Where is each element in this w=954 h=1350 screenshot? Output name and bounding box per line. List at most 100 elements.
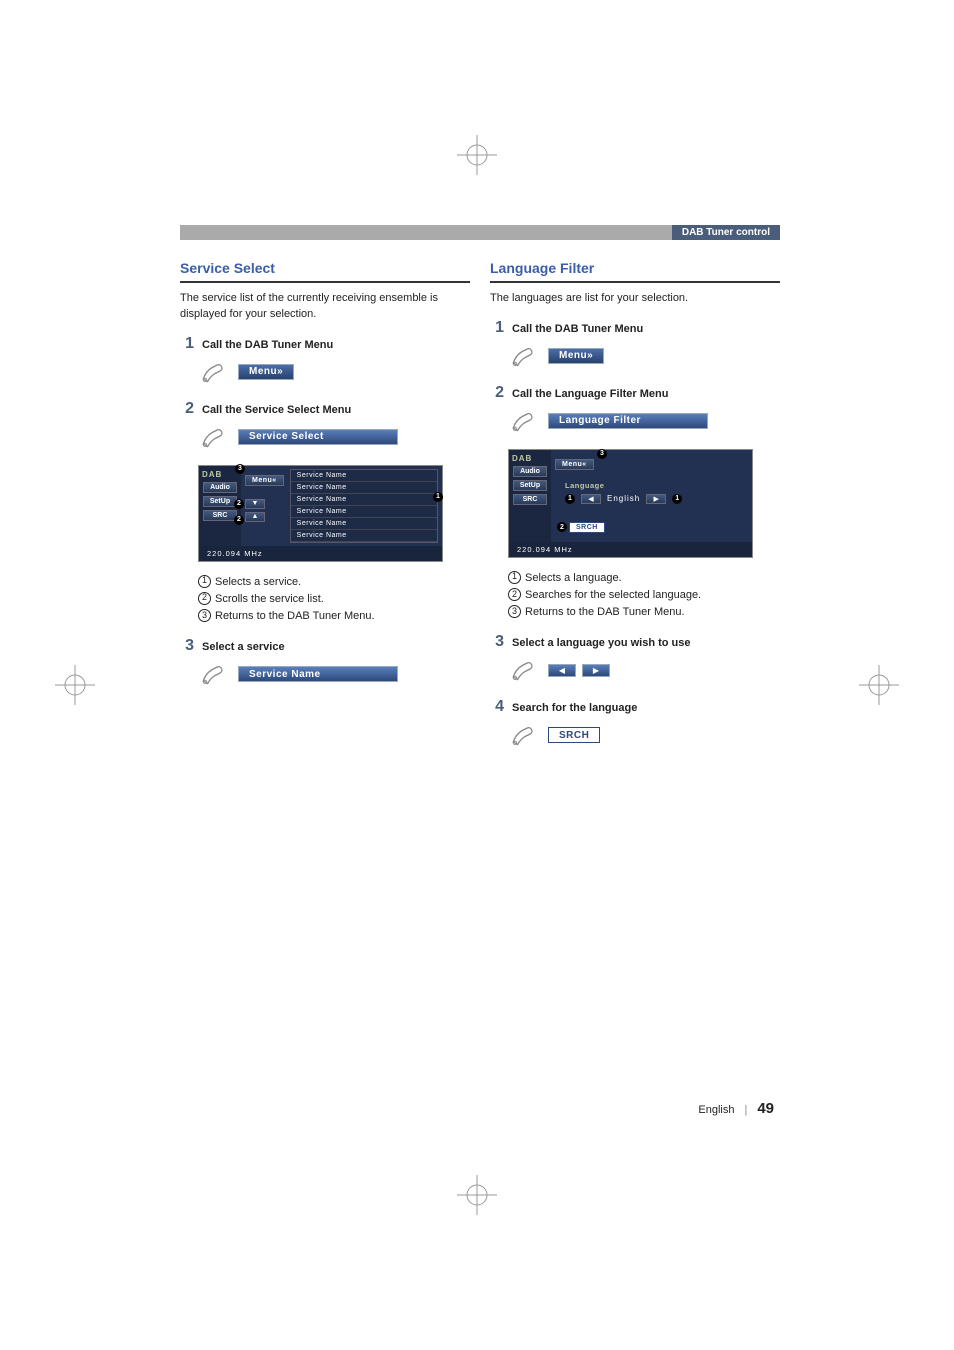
step-number: 3	[490, 633, 504, 651]
footer-divider: |	[744, 1104, 747, 1116]
touch-icon	[198, 423, 226, 451]
callout-1: 1	[433, 492, 443, 502]
step-number: 2	[490, 384, 504, 402]
legend-right: 1 Selects a language. 2 Searches for the s…	[508, 570, 780, 621]
language-filter-button[interactable]: Language Filter	[548, 413, 708, 429]
touch-block: Service Select	[198, 423, 470, 451]
header-bar: DAB Tuner control	[180, 225, 780, 240]
search-button[interactable]: SRCH	[569, 522, 605, 533]
scroll-down-button[interactable]: ▼	[245, 499, 265, 509]
page: DAB Tuner control Service Select The ser…	[0, 0, 954, 1350]
touch-icon	[198, 358, 226, 386]
content-columns: Service Select The service list of the c…	[180, 260, 780, 763]
language-prev-button[interactable]: ◀	[581, 494, 601, 504]
sidebar-item-src[interactable]: SRC	[513, 494, 547, 505]
screen-sidebar: DAB Audio SetUp SRC	[509, 450, 551, 542]
step-text: Call the Service Select Menu	[202, 404, 351, 416]
sidebar-item-audio[interactable]: Audio	[513, 466, 547, 477]
step-number: 1	[180, 335, 194, 353]
dab-label: DAB	[512, 454, 551, 463]
legend-text: Scrolls the service list.	[215, 591, 324, 608]
legend-num: 2	[508, 588, 521, 601]
touch-block: ◀ ▶	[508, 656, 780, 684]
sidebar-item-audio[interactable]: Audio	[203, 482, 237, 493]
touch-block: Language Filter	[508, 407, 780, 435]
scroll-up-button[interactable]: ▲	[245, 512, 265, 522]
crop-mark-bottom	[457, 1175, 497, 1215]
service-item[interactable]: Service Name	[291, 506, 437, 518]
menu-back-button[interactable]: Menu«	[245, 475, 284, 486]
step-4-right: 4 Search for the language	[490, 698, 780, 716]
step-text: Select a language you wish to use	[512, 637, 691, 649]
search-button[interactable]: SRCH	[548, 727, 600, 743]
language-next-button[interactable]: ▶	[582, 664, 610, 677]
legend-text: Returns to the DAB Tuner Menu.	[525, 604, 685, 621]
step-text: Select a service	[202, 641, 285, 653]
callout-2: 2	[234, 499, 244, 509]
header-tab: DAB Tuner control	[672, 225, 780, 240]
sidebar-item-setup[interactable]: SetUp	[513, 480, 547, 491]
step-3-left: 3 Select a service	[180, 637, 470, 655]
callout-2: 2	[557, 522, 567, 532]
frequency-readout: 220.094 MHz	[517, 545, 573, 554]
legend-num: 3	[198, 609, 211, 622]
touch-icon	[508, 656, 536, 684]
menu-button[interactable]: Menu»	[238, 364, 294, 380]
language-label: Language	[565, 481, 604, 490]
legend-text: Searches for the selected language.	[525, 587, 701, 604]
step-text: Call the DAB Tuner Menu	[202, 339, 333, 351]
left-column: Service Select The service list of the c…	[180, 260, 470, 763]
lead-text-right: The languages are list for your selectio…	[490, 291, 780, 307]
step-text: Call the Language Filter Menu	[512, 388, 668, 400]
service-select-button[interactable]: Service Select	[238, 429, 398, 445]
legend-num: 1	[508, 571, 521, 584]
language-next-button[interactable]: ▶	[646, 494, 666, 504]
touch-icon	[508, 407, 536, 435]
legend-num: 2	[198, 592, 211, 605]
service-item[interactable]: Service Name	[291, 482, 437, 494]
touch-block: Menu»	[198, 358, 470, 386]
footer-language: English	[698, 1104, 734, 1116]
service-item[interactable]: Service Name	[291, 518, 437, 530]
screen-body: DAB Audio SetUp SRC Menu« 3	[199, 466, 442, 561]
language-filter-screen: DAB Audio SetUp SRC Menu« 3 Language	[508, 449, 753, 558]
touch-icon	[508, 342, 536, 370]
service-name-button[interactable]: Service Name	[238, 666, 398, 682]
sidebar-item-src[interactable]: SRC	[203, 510, 237, 521]
step-1-left: 1 Call the DAB Tuner Menu	[180, 335, 470, 353]
step-2-right: 2 Call the Language Filter Menu	[490, 384, 780, 402]
step-text: Call the DAB Tuner Menu	[512, 323, 643, 335]
legend-text: Returns to the DAB Tuner Menu.	[215, 608, 375, 625]
callout-3: 3	[235, 464, 245, 474]
touch-icon	[508, 721, 536, 749]
service-item[interactable]: Service Name	[291, 494, 437, 506]
page-number: 49	[757, 1100, 774, 1117]
language-prev-button[interactable]: ◀	[548, 664, 576, 677]
right-column: Language Filter The languages are list f…	[490, 260, 780, 763]
step-number: 3	[180, 637, 194, 655]
screen-main: Menu« 3 ▼ 2 ▲ 2	[241, 466, 442, 546]
crop-mark-top	[457, 135, 497, 175]
sidebar-item-setup[interactable]: SetUp	[203, 496, 237, 507]
step-number: 4	[490, 698, 504, 716]
step-number: 1	[490, 319, 504, 337]
legend-text: Selects a language.	[525, 570, 622, 587]
screen-footer: 220.094 MHz	[199, 546, 442, 561]
legend-num: 1	[198, 575, 211, 588]
menu-back-button[interactable]: Menu«	[555, 459, 594, 470]
callout-1b: 1	[672, 494, 682, 504]
page-footer: English | 49	[698, 1100, 774, 1117]
service-item[interactable]: Service Name	[291, 530, 437, 542]
step-1-right: 1 Call the DAB Tuner Menu	[490, 319, 780, 337]
section-title-service-select: Service Select	[180, 260, 470, 283]
language-value: English	[607, 494, 640, 503]
service-item[interactable]: Service Name	[291, 470, 437, 482]
service-select-screen: DAB Audio SetUp SRC Menu« 3	[198, 465, 443, 562]
step-3-right: 3 Select a language you wish to use	[490, 633, 780, 651]
crop-mark-right	[859, 665, 899, 710]
screen-footer: 220.094 MHz	[509, 542, 752, 557]
callout-1a: 1	[565, 494, 575, 504]
step-text: Search for the language	[512, 702, 637, 714]
menu-button[interactable]: Menu»	[548, 348, 604, 364]
step-number: 2	[180, 400, 194, 418]
